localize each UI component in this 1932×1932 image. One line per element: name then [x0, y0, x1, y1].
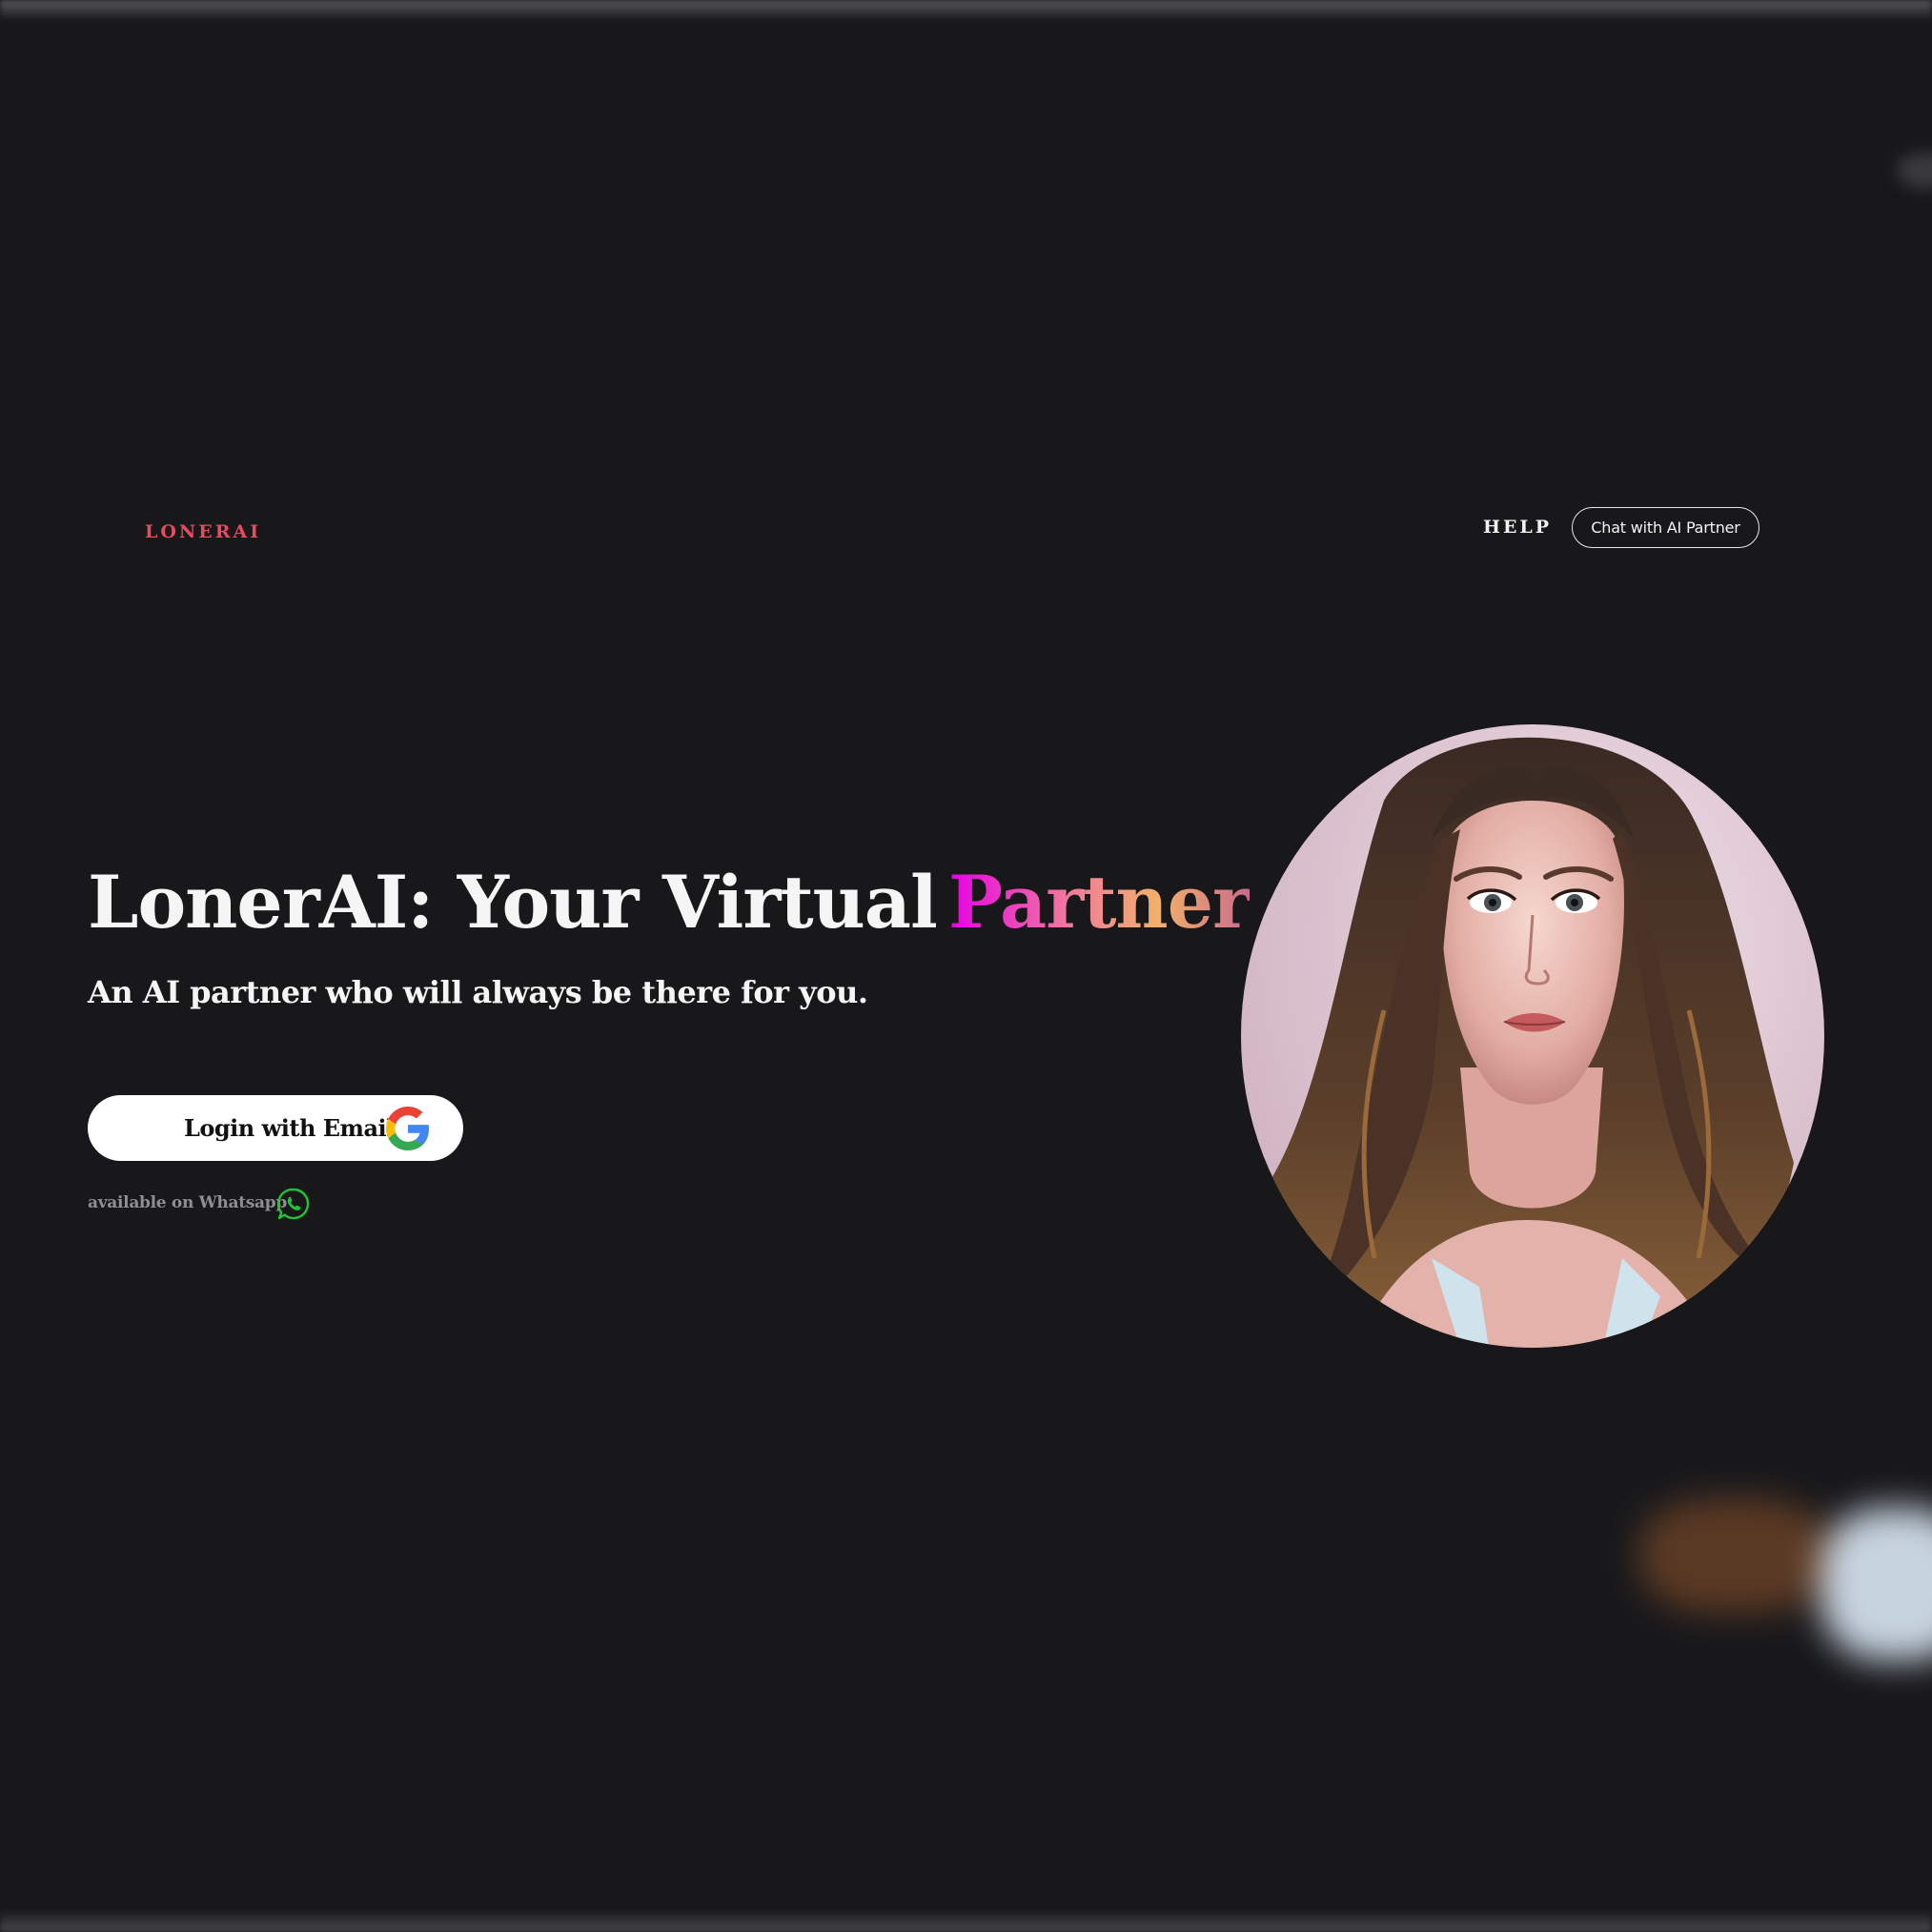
login-with-email-button[interactable]: Login with Email [88, 1095, 463, 1161]
blurred-background-shape [1897, 153, 1932, 189]
hero-title-main: LonerAI: Your Virtual [88, 860, 938, 945]
portrait-illustration [1270, 737, 1794, 1348]
hero-subtitle: An AI partner who will always be there f… [88, 974, 868, 1010]
hero-title-accent: Partner [947, 860, 1251, 945]
whatsapp-icon[interactable] [276, 1187, 311, 1221]
logo[interactable]: LONERAI [145, 521, 261, 542]
hero-title: LonerAI: Your Virtual Partner [88, 860, 1251, 945]
top-edge-blur [0, 0, 1932, 21]
whatsapp-availability-text: available on Whatsapp [88, 1193, 287, 1212]
login-button-label: Login with Email [184, 1114, 395, 1142]
bottom-edge-blur [0, 1909, 1932, 1932]
chat-with-ai-partner-button[interactable]: Chat with AI Partner [1572, 507, 1759, 548]
nav-help-link[interactable]: HELP [1483, 517, 1552, 538]
blurred-background-photo [1582, 1498, 1932, 1689]
google-icon [386, 1107, 430, 1150]
ai-partner-portrait [1241, 724, 1824, 1348]
landing-page: LONERAI HELP Chat with AI Partner LonerA… [0, 0, 1932, 1932]
